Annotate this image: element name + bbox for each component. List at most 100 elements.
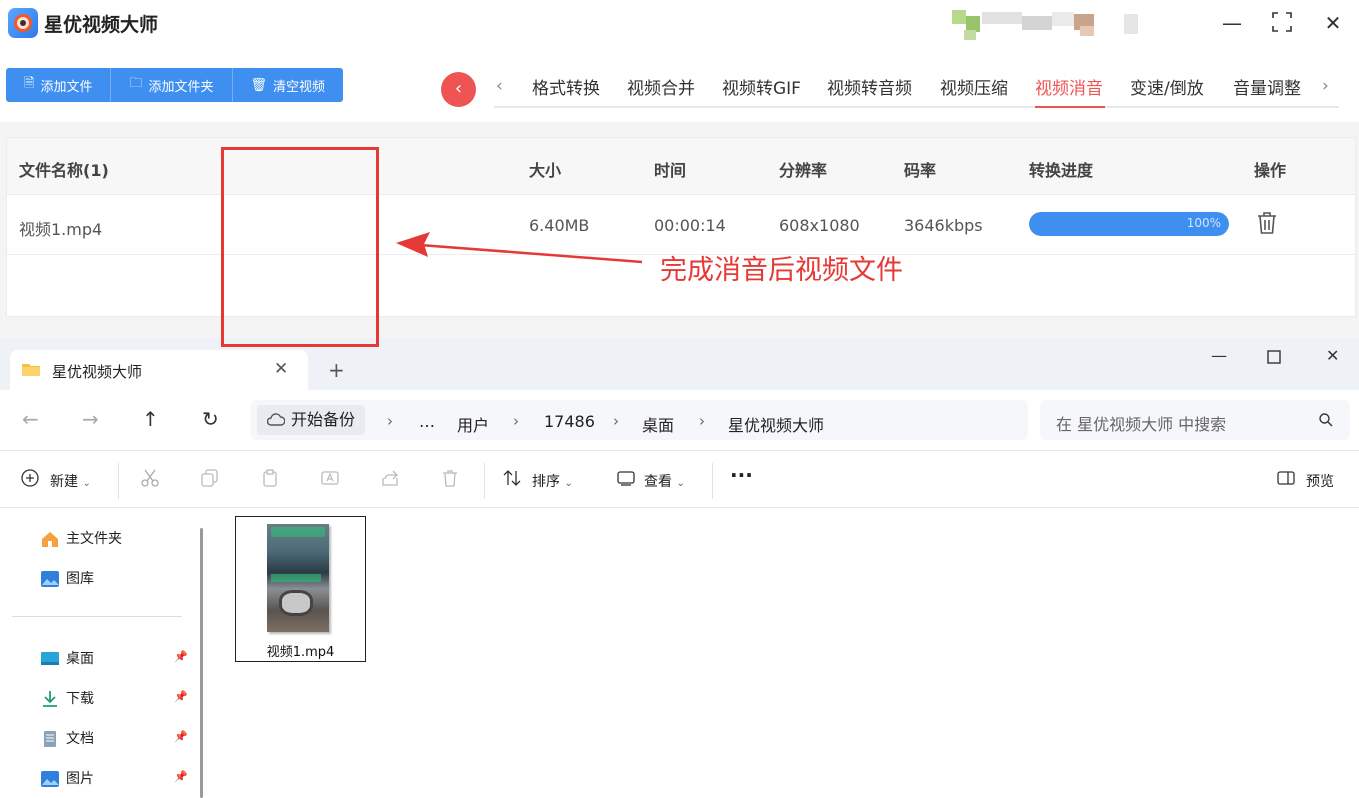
command-bar: 新建 ⌄ 排序 ⌄ 查看 ⌄ ··· 预览 (0, 450, 1359, 508)
progress-bar: 100% (1029, 212, 1229, 236)
sidebar-scrollbar[interactable] (200, 528, 203, 798)
explorer-content: 主文件夹 图库 桌面 📌 下载 📌 文档 📌 图片 📌 视频1.mp4 (0, 508, 1359, 798)
cell-time: 00:00:14 (654, 216, 726, 235)
tab-video-to-gif[interactable]: 视频转GIF (722, 74, 801, 99)
sidebar-item-desktop[interactable]: 桌面 (40, 648, 94, 668)
cut-icon[interactable] (140, 468, 160, 488)
sort-button[interactable]: 排序 ⌄ (532, 471, 573, 491)
delete-icon[interactable] (440, 468, 460, 488)
annotation-arrow-icon (396, 232, 643, 264)
add-file-button[interactable]: 🗎 添加文件 (6, 68, 112, 102)
desktop-icon (41, 652, 59, 665)
close-icon[interactable]: ✕ (1320, 10, 1346, 36)
pin-icon[interactable]: 📌 (174, 770, 188, 783)
tab-video-compress[interactable]: 视频压缩 (940, 74, 1008, 99)
app-logo-icon (8, 8, 38, 38)
file-item[interactable]: 视频1.mp4 (235, 516, 366, 662)
highlight-box (221, 147, 379, 347)
divider (712, 463, 713, 499)
share-icon[interactable] (380, 468, 400, 488)
table-row[interactable]: 视频1.mp4 6.40MB 00:00:14 608x1080 3646kbp… (7, 195, 1355, 255)
sort-icon (503, 470, 521, 486)
explorer-tab[interactable]: 星优视频大师 ✕ (10, 350, 308, 390)
paste-icon[interactable] (260, 468, 280, 488)
breadcrumb-current-folder[interactable]: 星优视频大师 (728, 412, 824, 436)
document-icon (44, 731, 56, 747)
header-action: 操作 (1254, 161, 1287, 180)
breadcrumb-desktop[interactable]: 桌面 (642, 412, 674, 436)
feature-tabs: ‹ 格式转换 视频合并 视频转GIF 视频转音频 视频压缩 视频消音 变速/倒放… (494, 68, 1339, 108)
copy-icon[interactable] (200, 468, 220, 488)
more-options-button[interactable]: ··· (730, 463, 753, 487)
breadcrumb-chevron-icon: › (613, 412, 619, 430)
breadcrumb-ellipsis[interactable]: … (419, 412, 435, 431)
search-input[interactable]: 在 星优视频大师 中搜索 (1040, 400, 1350, 440)
divider (118, 463, 119, 499)
file-explorer-window: 星优视频大师 ✕ + — ✕ ← → ↑ ↻ 开始备份 › … 用户 › 174… (0, 338, 1359, 798)
sidebar-item-gallery[interactable]: 图库 (40, 568, 94, 588)
new-button[interactable]: 新建 ⌄ (50, 471, 91, 491)
explorer-close-icon[interactable]: ✕ (1326, 346, 1339, 365)
pin-icon[interactable]: 📌 (174, 690, 188, 703)
chevron-down-icon: ⌄ (676, 478, 685, 489)
breadcrumb-chevron-icon: › (513, 412, 519, 430)
new-tab-icon[interactable]: + (328, 358, 345, 382)
active-tab-indicator (1035, 106, 1105, 108)
minimize-icon[interactable]: — (1219, 10, 1245, 36)
new-icon (21, 469, 39, 487)
delete-row-icon[interactable] (1256, 211, 1278, 235)
tabs-scroll-left-icon[interactable]: ‹ (496, 76, 503, 96)
explorer-maximize-icon[interactable] (1267, 346, 1281, 368)
tab-video-to-audio[interactable]: 视频转音频 (827, 74, 912, 99)
rename-icon[interactable] (320, 468, 340, 488)
app-title: 星优视频大师 (44, 14, 159, 36)
breadcrumb-users[interactable]: 用户 (457, 412, 489, 436)
pin-icon[interactable]: 📌 (174, 730, 188, 743)
view-button[interactable]: 查看 ⌄ (644, 471, 685, 491)
view-icon (617, 471, 635, 486)
breadcrumb-chevron-icon: › (699, 412, 705, 430)
nav-up-icon[interactable]: ↑ (142, 407, 159, 431)
preview-pane-icon (1277, 471, 1295, 485)
file-table-area: 文件名称(1) 大小 时间 分辨率 码率 转换进度 操作 视频1.mp4 6.4… (0, 122, 1359, 338)
sidebar-divider (12, 616, 182, 617)
maximize-icon[interactable] (1269, 10, 1295, 36)
app-titlebar: 星优视频大师 — ✕ (0, 0, 1359, 46)
header-size: 大小 (529, 161, 562, 180)
folder-icon (22, 364, 40, 376)
refresh-icon[interactable]: ↻ (202, 407, 219, 431)
download-icon (43, 691, 57, 707)
nav-back-icon[interactable]: ← (22, 407, 39, 431)
breadcrumb-user-id[interactable]: 17486 (544, 412, 595, 431)
add-folder-button[interactable]: 🗀 添加文件夹 (111, 68, 233, 102)
address-bar[interactable]: 开始备份 › … 用户 › 17486 › 桌面 › 星优视频大师 (251, 400, 1028, 440)
pictures-icon (41, 771, 59, 787)
divider (484, 463, 485, 499)
back-button[interactable]: ‹ (441, 72, 476, 107)
sidebar-item-home[interactable]: 主文件夹 (40, 528, 122, 548)
header-file-name: 文件名称(1) (19, 161, 109, 180)
file-name-label: 视频1.mp4 (266, 645, 335, 660)
explorer-minimize-icon[interactable]: — (1211, 346, 1227, 365)
explorer-tab-title: 星优视频大师 (52, 363, 143, 381)
header-progress: 转换进度 (1029, 161, 1094, 180)
tab-video-mute[interactable]: 视频消音 (1035, 74, 1103, 99)
tab-volume-adjust[interactable]: 音量调整 (1233, 74, 1301, 99)
tab-video-merge[interactable]: 视频合并 (627, 74, 695, 99)
tab-speed-reverse[interactable]: 变速/倒放 (1130, 74, 1204, 99)
tab-format-convert[interactable]: 格式转换 (532, 74, 600, 99)
tabs-scroll-right-icon[interactable]: › (1322, 76, 1329, 96)
pin-icon[interactable]: 📌 (174, 650, 188, 663)
cell-resolution: 608x1080 (779, 216, 860, 235)
gallery-icon (41, 571, 59, 587)
breadcrumb-start-backup[interactable]: 开始备份 (257, 405, 366, 435)
tab-close-icon[interactable]: ✕ (274, 359, 288, 379)
clear-videos-button[interactable]: 🗑 清空视频 (232, 68, 344, 102)
preview-button[interactable]: 预览 (1306, 471, 1334, 491)
header-bitrate: 码率 (904, 161, 937, 180)
sidebar-item-documents[interactable]: 文档 (40, 728, 94, 748)
user-avatar[interactable] (952, 6, 1144, 40)
nav-forward-icon[interactable]: → (82, 407, 99, 431)
sidebar-item-downloads[interactable]: 下载 (40, 688, 94, 708)
sidebar-item-pictures[interactable]: 图片 (40, 768, 94, 788)
